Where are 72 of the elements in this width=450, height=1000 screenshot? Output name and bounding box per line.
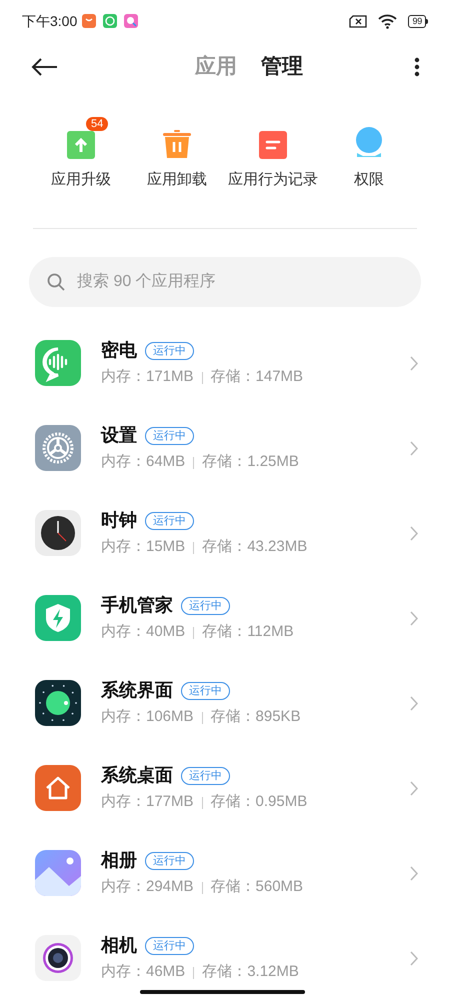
- storage-usage: 存储：43.23MB: [202, 537, 308, 558]
- memory-usage: 内存：40MB: [101, 622, 186, 642]
- app-row[interactable]: 相册 运行中 内存：294MB 存储：560MB: [0, 830, 450, 916]
- chevron-right-icon: [410, 696, 418, 710]
- app-row[interactable]: 设置 运行中 内存：64MB 存储：1.25MB: [0, 406, 450, 490]
- status-tag: 运行中: [145, 852, 194, 870]
- more-options-icon[interactable]: [414, 57, 420, 77]
- count-badge: 54: [86, 117, 108, 131]
- shield-icon: [35, 595, 81, 641]
- chevron-right-icon: [410, 780, 418, 796]
- house-icon: [35, 765, 81, 811]
- storage-usage: 存储：147MB: [210, 367, 304, 388]
- memory-usage: 内存：64MB: [101, 452, 186, 472]
- trash-icon: [162, 129, 192, 159]
- status-tag: 运行中: [145, 426, 194, 445]
- no-sim-icon: [349, 14, 368, 28]
- app-row[interactable]: 手机管家 运行中 内存：40MB 存储：112MB: [0, 576, 450, 660]
- back-arrow-icon[interactable]: [30, 57, 58, 77]
- mountains-icon: [35, 850, 81, 896]
- app-row[interactable]: 系统桌面 运行中 内存：177MB 存储：0.95MB: [0, 746, 450, 830]
- storage-usage: 存储：0.95MB: [210, 792, 308, 812]
- status-tag: 运行中: [145, 342, 194, 360]
- app-name: 相册: [101, 849, 137, 872]
- wifi-icon: [378, 14, 398, 28]
- gear-icon: [35, 425, 81, 471]
- memory-usage: 内存：46MB: [101, 962, 186, 982]
- storage-usage: 存储：1.25MB: [202, 452, 299, 472]
- app-name: 系统界面: [101, 679, 173, 702]
- chevron-right-icon: [410, 950, 418, 966]
- shortcut-button[interactable]: 应用卸载: [129, 117, 225, 192]
- shortcut-button[interactable]: 权限: [321, 117, 417, 192]
- storage-usage: 存储：560MB: [210, 877, 304, 898]
- status-tag: 运行中: [145, 512, 194, 530]
- memory-usage: 内存：106MB: [101, 707, 194, 728]
- storage-usage: 存储：895KB: [210, 707, 301, 728]
- search-icon: [47, 272, 65, 290]
- status-tag: 运行中: [181, 682, 230, 700]
- app-name: 密电: [101, 339, 137, 362]
- storage-usage: 存储：112MB: [202, 622, 294, 642]
- shortcut-button[interactable]: 54 应用升级: [33, 117, 129, 192]
- search-field[interactable]: 搜索 90 个应用程序: [29, 256, 421, 306]
- document-lines-icon: [259, 131, 287, 159]
- header-tab[interactable]: 管理: [261, 51, 303, 83]
- status-time: 下午3:00: [22, 12, 78, 30]
- app-name: 时钟: [101, 509, 137, 532]
- status-tag: 运行中: [181, 766, 230, 785]
- memory-usage: 内存：171MB: [101, 367, 194, 388]
- clock-icon: [35, 510, 81, 556]
- memory-usage: 内存：294MB: [101, 877, 194, 898]
- app-name: 系统桌面: [101, 764, 173, 788]
- shortcut-button[interactable]: 应用行为记录: [225, 117, 321, 192]
- chevron-right-icon: [410, 356, 418, 370]
- app-row[interactable]: 时钟 运行中 内存：15MB 存储：43.23MB: [0, 490, 450, 576]
- memory-usage: 内存：15MB: [101, 537, 186, 558]
- chevron-right-icon: [410, 526, 418, 540]
- status-tag: 运行中: [181, 596, 230, 615]
- chevron-right-icon: [410, 440, 418, 456]
- status-tag: 运行中: [145, 936, 194, 955]
- search-app-icon: [124, 14, 138, 28]
- camera-lens-icon: [35, 935, 81, 981]
- app-row[interactable]: 相机 运行中 内存：46MB 存储：3.12MB: [0, 916, 450, 1000]
- chevron-right-icon: [410, 610, 418, 626]
- app-name: 相机: [101, 934, 137, 958]
- memory-usage: 内存：177MB: [101, 792, 194, 812]
- app-name: 手机管家: [101, 594, 173, 618]
- app-row[interactable]: 系统界面 运行中 内存：106MB 存储：895KB: [0, 660, 450, 746]
- chevron-right-icon: [410, 866, 418, 880]
- chat-wave-icon: [35, 340, 81, 386]
- app-name: 设置: [101, 424, 137, 448]
- app-row[interactable]: 密电 运行中 内存：171MB 存储：147MB: [0, 320, 450, 406]
- battery-icon: 99: [408, 14, 428, 28]
- storage-usage: 存储：3.12MB: [202, 962, 299, 982]
